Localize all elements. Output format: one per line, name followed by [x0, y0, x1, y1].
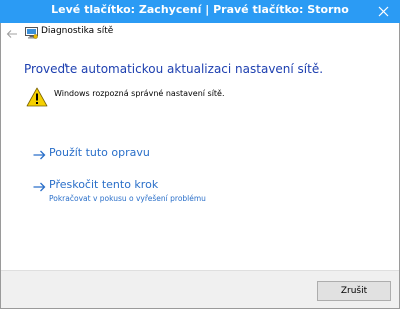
close-button[interactable]: [366, 0, 400, 23]
apply-fix-text: Použít tuto opravu: [49, 146, 150, 160]
skip-step-text: Přeskočit tento krok Pokračovat v pokusu…: [49, 178, 206, 203]
close-icon: [378, 6, 388, 17]
apply-fix-link[interactable]: Použít tuto opravu: [33, 146, 150, 160]
apply-fix-label: Použít tuto opravu: [49, 146, 150, 159]
warning-message: Windows rozpozná správné nastavení sítě.: [54, 89, 225, 98]
warning-icon: [26, 87, 48, 107]
app-title: Diagnostika sítě: [41, 26, 114, 36]
window-title: Levé tlačítko: Zachycení | Pravé tlačítk…: [51, 3, 349, 16]
arrow-right-icon: [33, 150, 46, 160]
skip-step-link[interactable]: Přeskočit tento krok Pokračovat v pokusu…: [33, 178, 206, 203]
page-heading: Proveďte automatickou aktualizaci nastav…: [24, 62, 324, 76]
footer-bar: Zrušit: [1, 270, 399, 308]
skip-step-label: Přeskočit tento krok: [49, 178, 159, 191]
network-diagnostics-icon: [25, 27, 38, 39]
back-button[interactable]: [4, 26, 20, 42]
cancel-button[interactable]: Zrušit: [317, 281, 391, 301]
arrow-right-icon: [33, 182, 46, 192]
back-arrow-icon: [6, 30, 17, 38]
skip-step-description: Pokračovat v pokusu o vyřešení problému: [49, 194, 206, 203]
title-bar: Levé tlačítko: Zachycení | Pravé tlačítk…: [0, 0, 400, 23]
